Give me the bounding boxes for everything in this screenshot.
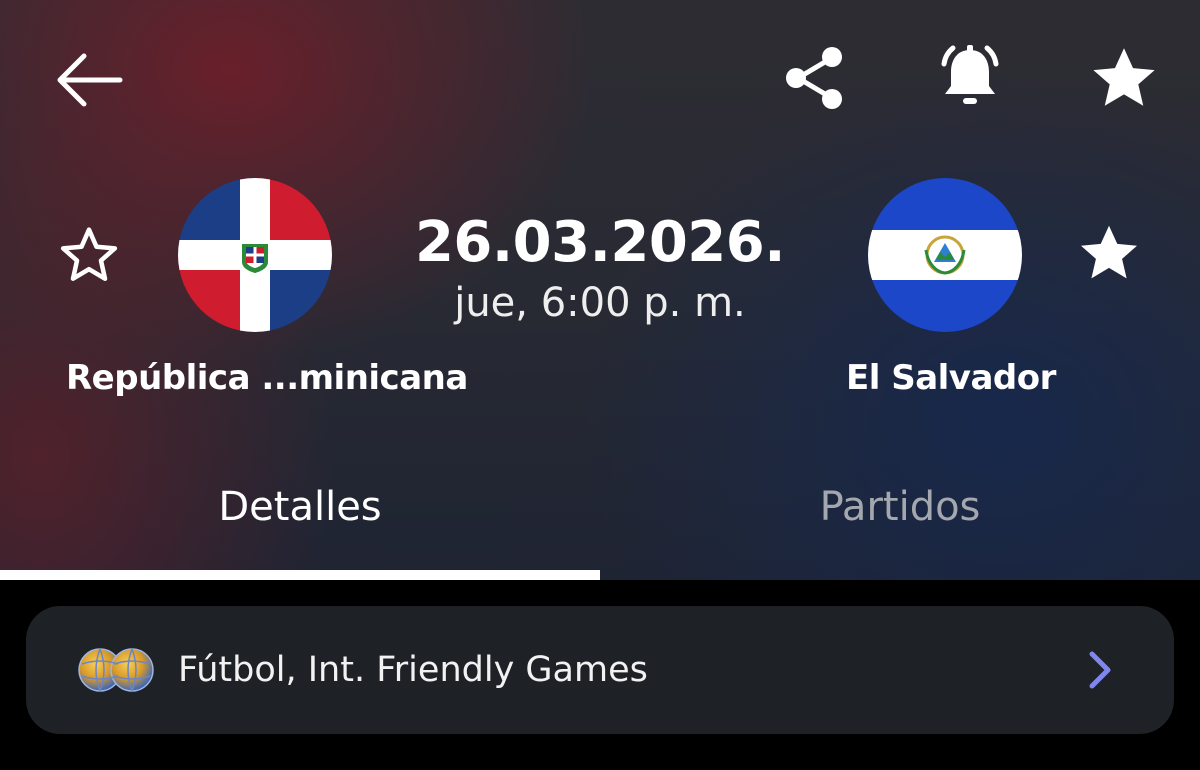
- chevron-right-icon: [1089, 651, 1111, 689]
- tab-detalles[interactable]: Detalles: [0, 472, 600, 542]
- notification-button[interactable]: [930, 40, 1010, 116]
- share-button[interactable]: [780, 42, 850, 112]
- match-date: 26.03.2026.: [414, 210, 786, 275]
- league-name: Fútbol, Int. Friendly Games: [178, 650, 648, 690]
- dominican-republic-flag-icon[interactable]: [178, 178, 332, 332]
- away-team-favorite-button[interactable]: [1074, 218, 1144, 288]
- share-icon: [786, 47, 842, 109]
- star-filled-icon: [1081, 225, 1137, 279]
- league-row[interactable]: Fútbol, Int. Friendly Games: [26, 606, 1174, 734]
- star-filled-icon: [1093, 48, 1155, 106]
- tab-partidos[interactable]: Partidos: [600, 472, 1200, 542]
- home-team-name[interactable]: República ...minicana: [66, 358, 468, 398]
- home-team-favorite-button[interactable]: [54, 220, 124, 290]
- favorite-match-button[interactable]: [1086, 40, 1162, 116]
- active-tab-indicator: [0, 570, 600, 580]
- star-outline-icon: [60, 227, 118, 281]
- bell-ringing-icon: [941, 45, 999, 104]
- el-salvador-flag-icon[interactable]: [868, 178, 1022, 332]
- match-time: jue, 6:00 p. m.: [454, 280, 746, 326]
- back-button[interactable]: [50, 42, 126, 118]
- match-header: 26.03.2026. jue, 6:00 p. m. República ..…: [0, 0, 1200, 580]
- away-team-name[interactable]: El Salvador: [846, 358, 1056, 398]
- arrow-left-icon: [57, 53, 123, 107]
- world-globes-icon: [78, 648, 154, 692]
